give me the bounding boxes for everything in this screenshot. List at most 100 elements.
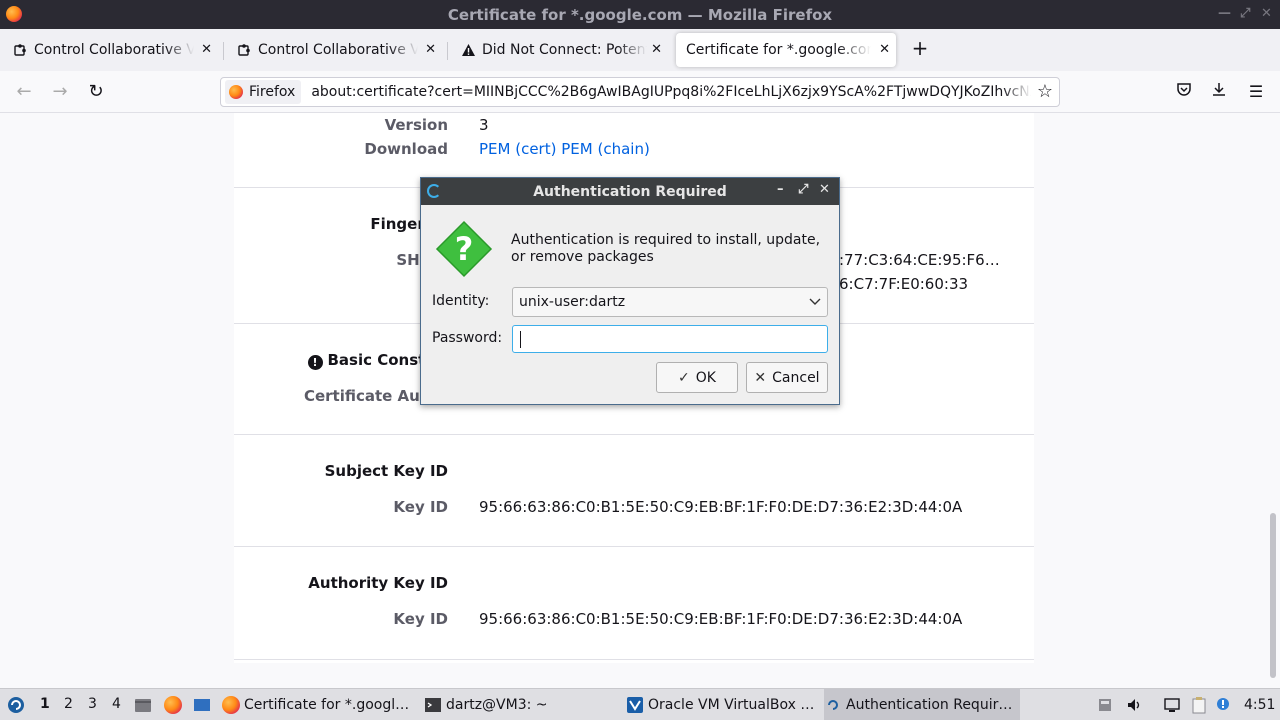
dialog-title: Authentication Required <box>533 183 727 200</box>
puzzle-icon <box>236 42 252 58</box>
identity-value: unix-user:dartz <box>519 294 626 310</box>
back-button[interactable]: ← <box>12 81 36 105</box>
reload-button[interactable]: ↻ <box>84 81 108 105</box>
close-tab-icon[interactable]: ✕ <box>425 42 436 57</box>
update-notification-icon <box>1217 698 1229 710</box>
clock-time: 4:51 <box>1244 697 1276 713</box>
dialog-message: Authentication is required to install, u… <box>511 232 821 265</box>
sha1-label: SH <box>234 275 448 293</box>
authentication-dialog: Authentication Required – ⤢ ✕ ? Authenti… <box>420 177 840 405</box>
lxqt-menu-icon <box>8 697 24 713</box>
tab-separator <box>223 42 224 60</box>
firefox-launcher[interactable] <box>164 689 184 720</box>
certificate-authority-label: Certificate Autho <box>303 387 448 405</box>
task-terminal[interactable]: dartz@VM3: ~ <box>424 689 620 720</box>
basic-constraints-title: ! Basic Constrai <box>234 351 448 370</box>
virtualbox-icon <box>627 697 643 713</box>
tray-removable-media[interactable] <box>1097 689 1117 720</box>
dialog-maximize-icon[interactable]: ⤢ <box>798 182 808 197</box>
ok-button[interactable]: ✓ OK <box>656 362 738 393</box>
pem-cert-link[interactable]: PEM (cert) <box>479 140 556 158</box>
task-authentication[interactable]: Authentication Requir… <box>824 689 1020 720</box>
workspace-4[interactable]: 4 <box>112 696 121 712</box>
critical-icon: ! <box>307 355 323 370</box>
page-scrollbar[interactable] <box>1270 513 1276 678</box>
taskbar: 1 2 3 4 Certificate for *.googl… dartz@V… <box>0 688 1280 720</box>
tab-certificate-active[interactable]: Certificate for *.google.com ✕ <box>676 33 896 67</box>
version-value: 3 <box>479 116 489 134</box>
close-tab-icon[interactable]: ✕ <box>879 42 890 57</box>
tab-did-not-connect[interactable]: Did Not Connect: Potenti ✕ <box>450 33 668 67</box>
menu-hamburger-icon[interactable]: ☰ <box>1244 80 1268 104</box>
password-input[interactable] <box>512 325 828 353</box>
tab-control-collaborative-1[interactable]: Control Collaborative Virt ✕ <box>2 33 218 67</box>
firefox-icon <box>229 85 243 99</box>
dialog-minimize-icon[interactable]: – <box>777 182 784 197</box>
task-virtualbox[interactable]: Oracle VM VirtualBox … <box>626 689 820 720</box>
navigation-bar: ← → ↻ Firefox about:certificate?cert=MII… <box>0 71 1280 113</box>
subject-key-id-label: Key ID <box>393 498 448 516</box>
dialog-titlebar: Authentication Required – ⤢ ✕ <box>421 178 839 205</box>
cancel-x-icon: ✕ <box>754 369 767 386</box>
cancel-button[interactable]: ✕ Cancel <box>746 362 828 393</box>
workspace-3[interactable]: 3 <box>88 696 97 712</box>
pocket-icon[interactable] <box>1172 80 1196 104</box>
text-caret <box>520 331 521 348</box>
version-label: Version <box>384 116 448 134</box>
task-label: Certificate for *.googl… <box>244 697 410 713</box>
identity-dropdown[interactable]: unix-user:dartz <box>512 287 828 317</box>
sha256-value: :77:C3:64:CE:95:F6… <box>839 251 1000 269</box>
authority-key-id-title: Authority Key ID <box>308 574 448 592</box>
firefox-icon <box>164 696 182 714</box>
clock[interactable]: 4:51 <box>1244 689 1276 720</box>
question-icon: ? <box>435 220 493 278</box>
firefox-icon <box>222 696 240 714</box>
subject-key-id-value: 95:66:63:86:C0:B1:5E:50:C9:EB:BF:1F:F0:D… <box>479 498 963 516</box>
identity-label: Firefox <box>249 84 296 100</box>
ok-label: OK <box>695 369 716 386</box>
url-bar[interactable]: Firefox about:certificate?cert=MIINBjCCC… <box>220 77 1060 107</box>
warning-icon <box>460 42 476 58</box>
download-label: Download <box>364 140 448 158</box>
new-tab-button[interactable]: + <box>908 37 932 61</box>
url-text[interactable]: about:certificate?cert=MIINBjCCC%2B6gAwI… <box>311 84 1031 100</box>
tray-clipboard[interactable] <box>1191 689 1211 720</box>
tab-title: Certificate for *.google.com <box>686 42 871 58</box>
identity-box[interactable]: Firefox <box>225 80 302 104</box>
bookmark-star-icon[interactable]: ☆ <box>1037 81 1053 102</box>
lxqt-icon <box>828 700 838 710</box>
folder-icon <box>135 699 151 712</box>
tab-strip: Control Collaborative Virt ✕ Control Col… <box>0 29 1280 71</box>
lxqt-logo-icon <box>427 184 441 198</box>
workspace-1[interactable]: 1 <box>40 696 50 712</box>
subject-key-id-title: Subject Key ID <box>324 462 448 480</box>
close-tab-icon[interactable]: ✕ <box>651 42 662 57</box>
subject-key-id-section: Subject Key ID Key ID 95:66:63:86:C0:B1:… <box>234 435 1034 547</box>
show-desktop-launcher[interactable] <box>193 689 215 720</box>
maximize-icon[interactable]: ⤢ <box>1240 6 1250 21</box>
close-window-icon[interactable]: ✕ <box>1261 6 1272 21</box>
workspace-2[interactable]: 2 <box>64 696 73 712</box>
downloads-icon[interactable] <box>1207 80 1231 104</box>
file-manager-launcher[interactable] <box>134 689 154 720</box>
task-firefox[interactable]: Certificate for *.googl… <box>222 689 418 720</box>
download-links: PEM (cert) PEM (chain) <box>479 140 650 158</box>
forward-button[interactable]: → <box>48 81 72 105</box>
svg-text:?: ? <box>455 230 474 268</box>
pem-chain-link[interactable]: PEM (chain) <box>561 140 650 158</box>
start-menu-button[interactable] <box>4 689 28 720</box>
sha256-label: SHA-2 <box>234 251 448 269</box>
tab-control-collaborative-2[interactable]: Control Collaborative Virt ✕ <box>226 33 442 67</box>
firefox-logo-icon <box>6 6 22 22</box>
tray-volume[interactable] <box>1126 689 1146 720</box>
desktop-icon <box>194 699 210 711</box>
close-tab-icon[interactable]: ✕ <box>201 42 212 57</box>
minimize-icon[interactable]: — <box>1218 6 1231 21</box>
dialog-close-icon[interactable]: ✕ <box>819 182 830 197</box>
tray-updates[interactable] <box>1216 689 1232 720</box>
sha1-value: 6:C7:7F:E0:60:33 <box>839 275 969 293</box>
tray-network[interactable] <box>1163 689 1183 720</box>
task-label: Oracle VM VirtualBox … <box>648 697 815 713</box>
clipboard-icon <box>1192 697 1206 714</box>
identity-label: Identity: <box>432 293 490 309</box>
